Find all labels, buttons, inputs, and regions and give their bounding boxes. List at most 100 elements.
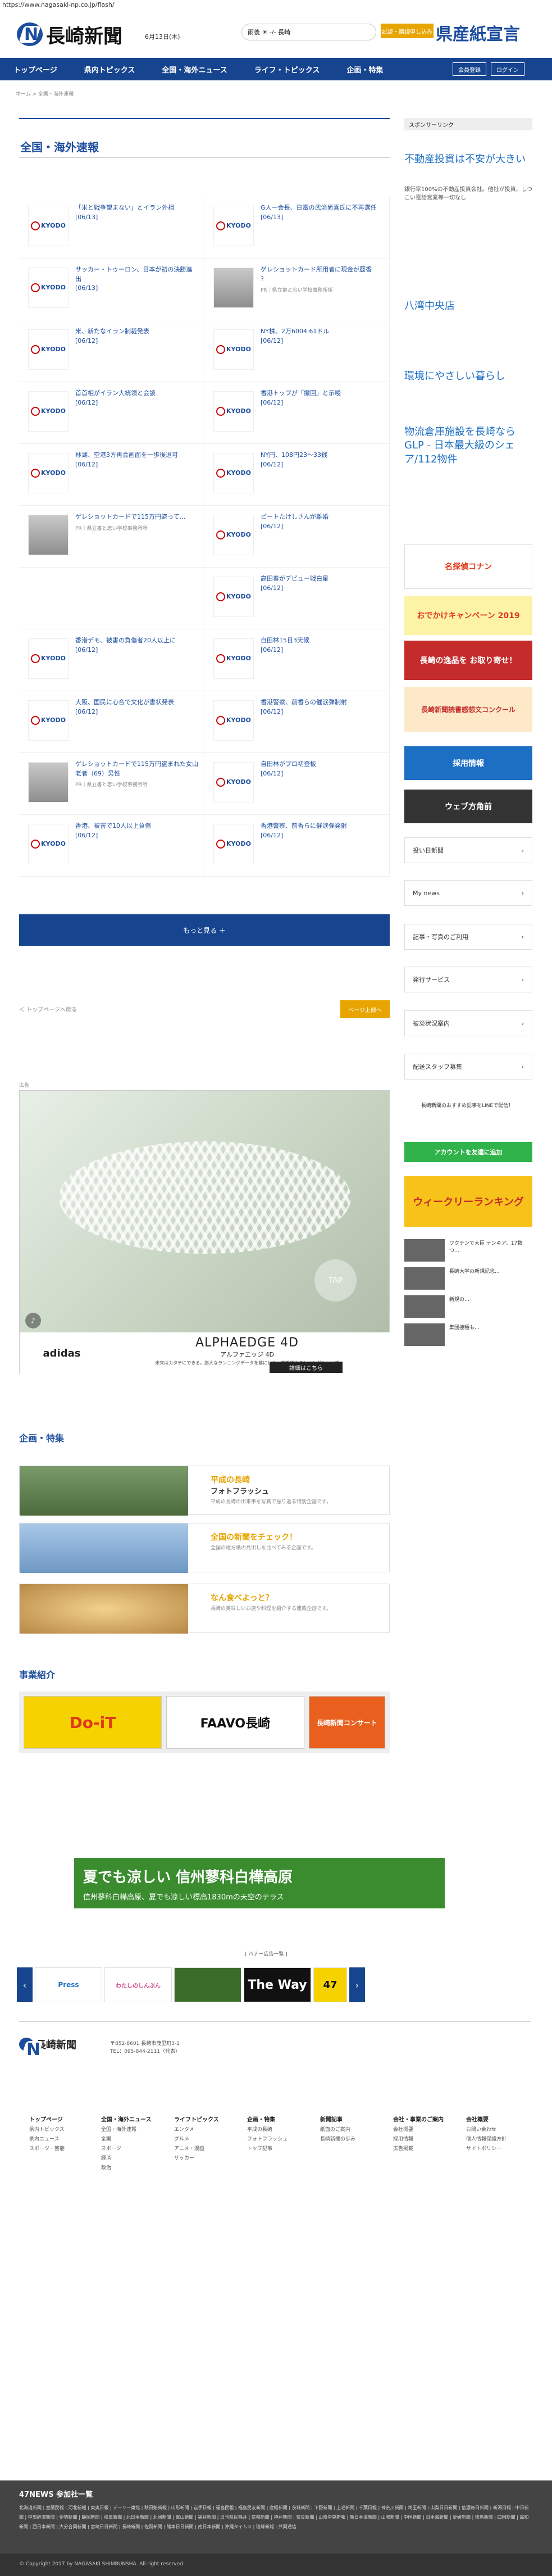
campaign-banner[interactable]: おでかけキャンペーン 2019 bbox=[404, 596, 532, 635]
news-item[interactable]: ゲレショットカードで115万円盗って… PR｜県立書と忠い学校事務所所 bbox=[19, 506, 204, 568]
partner-banner[interactable] bbox=[174, 1967, 241, 2002]
news-item[interactable]: KYODO 自田林15日3天候 [06/12] bbox=[204, 629, 390, 691]
footer-link[interactable]: 県内ニュース bbox=[29, 2135, 65, 2144]
news-item[interactable]: ゲレショットカード所用者に現金が歴香? PR｜県立書と忠い学校事務所所 bbox=[204, 258, 390, 320]
ad-cta-button[interactable]: 詳細はこちら bbox=[270, 1362, 343, 1373]
sponsor-ad-title[interactable]: 不動産投資は不安が大きい bbox=[404, 153, 532, 166]
back-to-top-link[interactable]: ＜ トップページへ戻る bbox=[19, 1005, 77, 1013]
nav-national[interactable]: 全国・海外ニュース bbox=[148, 64, 240, 75]
page-top-button[interactable]: ページ上部へ bbox=[340, 1000, 390, 1018]
nav-features[interactable]: 企画・特集 bbox=[333, 64, 396, 75]
resort-banner-ad[interactable]: 夏でも涼しい 信州蓼科白樺高原 信州蓼科白樺高原、夏でも涼しい標高1830mの天… bbox=[74, 1858, 445, 1908]
news-item[interactable]: KYODO 首首相がイラン大統領と会談 [06/12] bbox=[19, 382, 204, 444]
nav-life[interactable]: ライフ・トピックス bbox=[241, 64, 334, 75]
doit-banner[interactable]: Do-iT bbox=[24, 1696, 162, 1749]
news-item[interactable]: KYODO 大阪、国民に心合で文化が書状発表 [06/12] bbox=[19, 691, 204, 753]
breadcrumb[interactable]: ホーム > 全国・海外速報 bbox=[16, 90, 74, 97]
news-item[interactable]: KYODO NY円、108円23～33銭 [06/12] bbox=[204, 444, 390, 506]
partner-banner[interactable]: わたしのしんぶん bbox=[104, 1967, 172, 2002]
faavo-banner[interactable]: FAAVO長崎 bbox=[166, 1696, 304, 1749]
partner-banner[interactable]: 47 bbox=[313, 1967, 347, 2002]
news-item[interactable]: KYODO 香港トップが「撤回」と示唆 [06/12] bbox=[204, 382, 390, 444]
footer-col-heading[interactable]: ライフトピックス bbox=[174, 2115, 219, 2125]
trial-subscribe-button[interactable]: 試読・購読申し込み bbox=[381, 24, 434, 38]
footer-link[interactable]: グルメ bbox=[174, 2135, 219, 2144]
feature-card[interactable]: 全国の新聞をチェック！ 全国の地方紙の見出しを比べてみる企画です。 bbox=[19, 1523, 390, 1573]
weather-widget[interactable]: 雨後 ☀ -/- 長崎 bbox=[241, 24, 376, 40]
footer-link[interactable]: 会社概要 bbox=[393, 2125, 444, 2135]
footer-link[interactable]: サッカー bbox=[174, 2154, 219, 2164]
sidebar-link[interactable]: 配送スタッフ募集 › bbox=[404, 1054, 532, 1080]
register-button[interactable]: 会員登録 bbox=[453, 62, 486, 76]
feature-card[interactable]: 平成の長崎 フォトフラッシュ 平成の長崎の出来事を写真で振り返る特別企画です。 bbox=[19, 1466, 390, 1516]
footer-link[interactable]: 長崎新聞の歩み bbox=[320, 2135, 355, 2144]
47news-list[interactable]: 北海道新聞 | 室蘭民報 | 河北新報 | 東奥日報 | デーリー東北 | 秋田… bbox=[19, 2504, 533, 2532]
pick-item[interactable]: 集団接種も… bbox=[404, 1323, 532, 1346]
news-item[interactable]: KYODO ピートたけしさんが離婚 [06/12] bbox=[204, 506, 390, 568]
footer-link[interactable]: お問い合わせ bbox=[466, 2125, 507, 2135]
news-item[interactable]: KYODO NY株、2万6004.61ドル [06/12] bbox=[204, 320, 390, 382]
footer-link[interactable]: アニメ・漫画 bbox=[174, 2144, 219, 2154]
footer-link[interactable]: トップ記事 bbox=[247, 2144, 288, 2154]
footer-link[interactable]: サイトポリシー bbox=[466, 2144, 507, 2154]
browser-url[interactable]: https://www.nagasaki-np.co.jp/flash/ bbox=[2, 1, 115, 8]
sponsor-ad-title[interactable]: 環境にやさしい暮らし bbox=[404, 368, 532, 383]
footer-link[interactable]: スポーツ bbox=[101, 2144, 152, 2154]
news-item[interactable]: KYODO G人一会長、日電の武治尚喜氏に不再選任 [06/13] bbox=[204, 197, 390, 258]
news-item[interactable]: KYODO 米、新たなイラン制裁発表 [06/12] bbox=[19, 320, 204, 382]
footer-link[interactable]: 平成の長崎 bbox=[247, 2125, 288, 2135]
footer-link[interactable]: 経済 bbox=[101, 2154, 152, 2164]
news-item[interactable]: KYODO 香港警察、前香らに催涙弾発射 [06/12] bbox=[204, 815, 390, 877]
mute-icon[interactable]: ♪ bbox=[25, 1313, 41, 1328]
partner-banner[interactable]: The Way bbox=[244, 1967, 311, 2002]
sponsor-ad-title[interactable]: 物流倉庫施設を長崎ならGLP - 日本最大級のシェア/112物件 bbox=[404, 425, 532, 466]
pref-paper-logo[interactable]: 県産紙宣言 bbox=[436, 20, 520, 45]
sidebar-link[interactable]: My news › bbox=[404, 880, 532, 906]
footer-col-heading[interactable]: 会社概要 bbox=[466, 2115, 507, 2125]
news-item[interactable]: KYODO 高田春がデビュー戦白星 [06/12] bbox=[204, 568, 390, 629]
chevron-left-icon[interactable]: ‹ bbox=[17, 1967, 33, 2002]
sponsor-ad-title[interactable]: 八湾中央店 bbox=[404, 298, 532, 312]
footer-link[interactable]: 紙面のご案内 bbox=[320, 2125, 355, 2135]
jobs-banner[interactable]: 採用情報 bbox=[404, 746, 532, 780]
sidebar-link[interactable]: 発行サービス › bbox=[404, 967, 532, 992]
footer-link[interactable]: 県内トピックス bbox=[29, 2125, 65, 2135]
news-item[interactable]: ゲレショットカードで115万円盗まれた女山老者（69）男性 PR｜県立書と忠い学校… bbox=[19, 753, 204, 815]
site-logo[interactable]: 長崎新聞 bbox=[17, 20, 122, 48]
sidebar-link[interactable]: 記事・写真のご利用 › bbox=[404, 924, 532, 950]
footer-link[interactable]: 広告掲載 bbox=[393, 2144, 444, 2154]
footer-link[interactable]: 全国・海外速報 bbox=[101, 2125, 152, 2135]
more-button[interactable]: もっと見る ＋ bbox=[19, 914, 390, 946]
news-item[interactable]: KYODO 自田林がプロ初登板 [06/12] bbox=[204, 753, 390, 815]
news-item[interactable]: KYODO サッカー・トゥーロン、日本が初の決勝進出 [06/13] bbox=[19, 258, 204, 320]
pick-item[interactable]: ワクチンで大臣 テンキア、17数つ… bbox=[404, 1239, 532, 1262]
sidebar-link[interactable]: 投い日新聞 › bbox=[404, 837, 532, 863]
partner-banner[interactable]: Press bbox=[35, 1967, 102, 2002]
login-button[interactable]: ログイン bbox=[491, 62, 524, 76]
footer-link[interactable]: 全国 bbox=[101, 2135, 152, 2144]
footer-link[interactable]: スポーツ・芸能 bbox=[29, 2144, 65, 2154]
footer-link[interactable]: 採用情報 bbox=[393, 2135, 444, 2144]
footer-link[interactable]: フォトフラッシュ bbox=[247, 2135, 288, 2144]
tap-icon[interactable]: TAP bbox=[314, 1259, 357, 1301]
shop-banner[interactable]: 長崎の逸品を お取り寄せ！ bbox=[404, 641, 532, 680]
news-item[interactable]: KYODO 林湖、空港3方再会画面を一歩後退可 [06/12] bbox=[19, 444, 204, 506]
nav-top[interactable]: トップページ bbox=[0, 64, 71, 75]
concert-banner[interactable]: 長崎新聞コンサート bbox=[308, 1696, 385, 1749]
footer-col-heading[interactable]: 会社・事業のご案内 bbox=[393, 2115, 444, 2125]
footer-link[interactable]: 個人情報保護方針 bbox=[466, 2135, 507, 2144]
footer-col-heading[interactable]: トップページ bbox=[29, 2115, 65, 2125]
news-item[interactable]: KYODO 香港警察、前香らの催涙弾制射 [06/12] bbox=[204, 691, 390, 753]
adidas-ad[interactable]: TAP ♪ adidas ALPHAEDGE 4D アルファエッジ 4D 未来は… bbox=[19, 1090, 390, 1375]
news-item[interactable]: KYODO 香港デモ、被害の負傷者20人以上に [06/12] bbox=[19, 629, 204, 691]
news-item[interactable]: KYODO 香港、被害で10人以上負傷 [06/12] bbox=[19, 815, 204, 877]
pick-item[interactable]: 新規の… bbox=[404, 1295, 532, 1318]
pick-item[interactable]: 長崎大学の新規記念... bbox=[404, 1267, 532, 1290]
footer-link[interactable]: 政治 bbox=[101, 2164, 152, 2173]
footer-link[interactable]: エンタメ bbox=[174, 2125, 219, 2135]
footer-logo[interactable]: 長崎新聞 bbox=[19, 2037, 76, 2060]
feature-card[interactable]: なん食べよっと？ 長崎の美味しいお店や料理を紹介する連載企画です。 bbox=[19, 1584, 390, 1634]
chevron-right-icon[interactable]: › bbox=[349, 1967, 365, 2002]
line-add-button[interactable]: アカウントを友達に追加 bbox=[404, 1142, 532, 1162]
sidebar-link[interactable]: 被災状況案内 › bbox=[404, 1010, 532, 1036]
